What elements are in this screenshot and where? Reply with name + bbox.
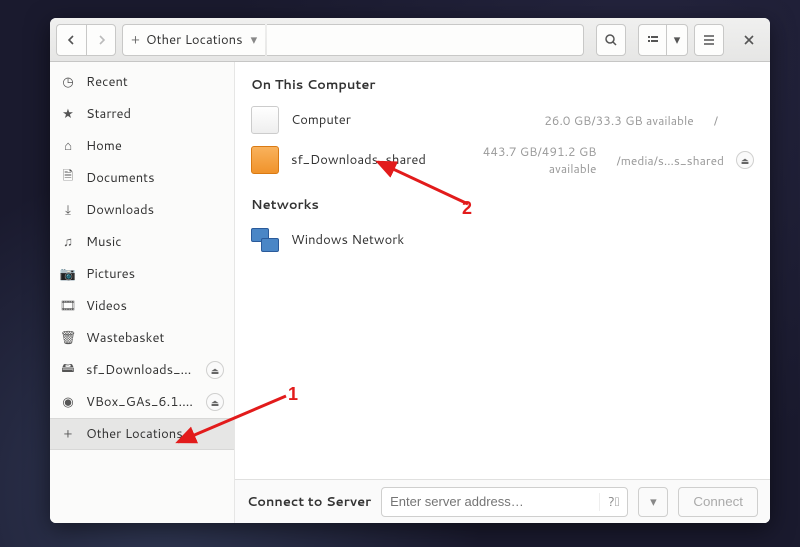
sidebar-item-starred[interactable]: ★ Starred	[50, 98, 234, 130]
sidebar-item-wastebasket[interactable]: 🗑 Wastebasket	[50, 322, 234, 354]
locations-list: On This Computer Computer 26.0 GB/33.3 G…	[235, 62, 770, 479]
sidebar-item-label: Downloads	[86, 201, 224, 219]
close-button[interactable]	[734, 24, 764, 56]
sidebar-item-videos[interactable]: 🎞 Videos	[50, 290, 234, 322]
download-icon: ⤓	[60, 201, 76, 219]
location-row-shared[interactable]: sf_Downloads_shared 443.7 GB/491.2 GB av…	[247, 140, 758, 180]
help-icon[interactable]: ?⃝	[599, 493, 627, 511]
sidebar-item-label: sf_Downloads_shared	[86, 361, 196, 379]
sidebar-item-label: Music	[86, 233, 224, 251]
document-icon: 🗎	[60, 167, 76, 189]
disc-icon: ◉	[60, 393, 76, 411]
eject-button[interactable]: ⏏	[736, 151, 754, 169]
sidebar: ◷ Recent ★ Starred ⌂ Home 🗎 Documents ⤓ Downloads…	[50, 62, 235, 523]
nav-buttons	[56, 24, 116, 56]
location-availability: 443.7 GB/491.2 GB available	[438, 143, 597, 177]
titlebar: + Other Locations ▾ ▾	[50, 18, 770, 62]
sidebar-item-label: Other Locations	[86, 425, 224, 443]
view-controls: ▾	[638, 24, 688, 56]
location-name: sf_Downloads_shared	[291, 151, 426, 169]
trash-icon: 🗑	[60, 329, 76, 347]
music-icon: ♫	[60, 233, 76, 251]
connect-bar: Connect to Server ?⃝ ▾ Connect	[235, 479, 770, 523]
sidebar-item-other-locations[interactable]: + Other Locations	[50, 418, 234, 450]
clock-icon: ◷	[60, 73, 76, 91]
pathbar[interactable]: + Other Locations ▾	[122, 24, 265, 56]
back-button[interactable]	[56, 24, 86, 56]
drive-icon: 🖴	[60, 359, 76, 381]
sidebar-item-label: Pictures	[86, 265, 224, 283]
section-heading-networks: Networks	[247, 190, 758, 220]
sidebar-item-recent[interactable]: ◷ Recent	[50, 66, 234, 98]
location-name: Windows Network	[291, 231, 404, 249]
forward-button[interactable]	[86, 24, 116, 56]
plus-icon: +	[60, 425, 76, 443]
harddisk-icon	[251, 106, 279, 134]
list-view-button[interactable]	[638, 24, 666, 56]
camera-icon: 📷	[60, 265, 76, 283]
chevron-down-icon: ▾	[251, 31, 258, 49]
sidebar-item-sf-downloads-shared[interactable]: 🖴 sf_Downloads_shared ⏏	[50, 354, 234, 386]
sidebar-item-pictures[interactable]: 📷 Pictures	[50, 258, 234, 290]
location-entry-area[interactable]	[267, 24, 584, 56]
search-button[interactable]	[596, 24, 626, 56]
location-mountpoint: /media/s…s_shared	[608, 152, 724, 169]
home-icon: ⌂	[60, 137, 76, 155]
pathbar-label: Other Locations	[146, 31, 243, 49]
sidebar-item-label: Videos	[86, 297, 224, 315]
network-icon	[251, 226, 279, 254]
location-row-network[interactable]: Windows Network	[247, 220, 758, 260]
location-mountpoint: /	[706, 112, 718, 129]
sidebar-item-label: Documents	[86, 169, 224, 187]
plus-icon: +	[131, 31, 140, 49]
main-pane: On This Computer Computer 26.0 GB/33.3 G…	[235, 62, 770, 523]
window-body: ◷ Recent ★ Starred ⌂ Home 🗎 Documents ⤓ Downloads…	[50, 62, 770, 523]
location-availability: 26.0 GB/33.3 GB available	[363, 112, 694, 129]
star-icon: ★	[60, 105, 76, 123]
location-row-computer[interactable]: Computer 26.0 GB/33.3 GB available /	[247, 100, 758, 140]
sidebar-item-home[interactable]: ⌂ Home	[50, 130, 234, 162]
video-icon: 🎞	[60, 297, 76, 315]
sidebar-item-label: Starred	[86, 105, 224, 123]
server-address-wrap: ?⃝	[381, 487, 628, 517]
hamburger-menu-button[interactable]	[694, 24, 724, 56]
location-name: Computer	[291, 111, 351, 129]
connect-label: Connect to Server	[247, 493, 371, 511]
recent-servers-button[interactable]: ▾	[638, 487, 668, 517]
file-manager-window: + Other Locations ▾ ▾ ◷ Recent ★ Starred ⌂ Ho…	[50, 18, 770, 523]
external-drive-icon	[251, 146, 279, 174]
sidebar-item-label: Wastebasket	[86, 329, 224, 347]
connect-button[interactable]: Connect	[678, 487, 758, 517]
sidebar-item-label: Recent	[86, 73, 224, 91]
section-heading-computer: On This Computer	[247, 70, 758, 100]
view-options-button[interactable]: ▾	[666, 24, 688, 56]
sidebar-item-label: Home	[86, 137, 224, 155]
sidebar-item-label: VBox_GAs_6.1.16	[86, 393, 196, 411]
eject-button[interactable]: ⏏	[206, 393, 224, 411]
sidebar-item-downloads[interactable]: ⤓ Downloads	[50, 194, 234, 226]
server-address-input[interactable]	[382, 494, 599, 509]
sidebar-item-music[interactable]: ♫ Music	[50, 226, 234, 258]
eject-button[interactable]: ⏏	[206, 361, 224, 379]
sidebar-item-vbox-gas-6-1-16[interactable]: ◉ VBox_GAs_6.1.16 ⏏	[50, 386, 234, 418]
sidebar-item-documents[interactable]: 🗎 Documents	[50, 162, 234, 194]
